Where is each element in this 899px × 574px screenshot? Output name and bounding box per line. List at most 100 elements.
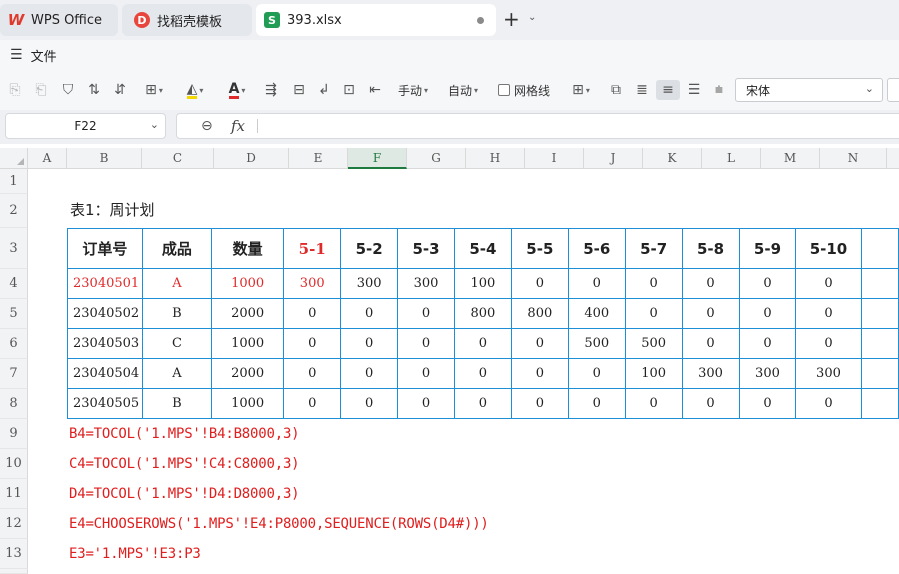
table-cell[interactable]: 1000 [211,328,285,359]
row-header-6[interactable]: 6 [0,329,28,359]
row-header-7[interactable]: 7 [0,359,28,389]
table-cell[interactable]: 0 [340,358,399,389]
table-cell[interactable]: 0 [340,298,399,329]
table-cell[interactable]: 0 [397,388,455,419]
sort-ascending-icon[interactable]: ⇅ [84,80,104,100]
merge-cells-icon[interactable]: ⊡ [340,80,358,100]
table-cell[interactable]: 0 [795,328,862,359]
table-cell[interactable] [860,358,899,389]
table-cell[interactable]: 23040505 [67,388,143,419]
wrap-text-icon[interactable]: ↲ [315,80,333,100]
table-cell[interactable]: B [141,388,213,419]
unsaved-dot-icon[interactable] [477,17,484,24]
table-cell[interactable]: 0 [738,298,797,329]
table-cell[interactable]: 0 [510,328,569,359]
table-cell[interactable]: 0 [681,388,740,419]
header-cell[interactable]: 成品 [141,228,213,269]
new-tab-plus-icon[interactable]: + [503,9,520,29]
table-cell[interactable]: 0 [795,298,862,329]
table-cell[interactable]: 0 [738,268,797,299]
table-cell[interactable]: 2000 [211,358,285,389]
table-cell[interactable]: 0 [510,268,569,299]
table-cell[interactable]: 0 [453,328,512,359]
table-cell[interactable]: 300 [681,358,740,389]
chevron-down-icon[interactable]: ⌄ [528,12,536,23]
menu-file[interactable]: 文件 [31,46,57,65]
row-header-2[interactable]: 2 [0,194,28,228]
table-cell[interactable] [860,268,899,299]
table-cell[interactable]: 500 [624,328,683,359]
column-header-e[interactable]: E [289,148,348,169]
table-cell[interactable]: 300 [397,268,455,299]
table-cell[interactable]: 0 [283,388,342,419]
table-cell[interactable]: 1000 [211,268,285,299]
row-header-13[interactable]: 13 [0,539,28,569]
row-header-1[interactable]: 1 [0,169,28,194]
align-center-icon[interactable]: ≡ [656,80,680,100]
table-cell[interactable] [860,388,899,419]
table-cell[interactable]: 0 [624,298,683,329]
table-cell[interactable]: 0 [340,328,399,359]
table-cell[interactable]: 0 [453,358,512,389]
column-header-k[interactable]: K [643,148,702,169]
header-cell[interactable]: 数量 [211,228,285,269]
table-cell[interactable]: A [141,268,213,299]
table-cell[interactable]: 1000 [211,388,285,419]
column-header-l[interactable]: L [702,148,761,169]
header-cell[interactable]: 5-4 [453,228,512,269]
column-header-m[interactable]: M [761,148,820,169]
table-cell[interactable]: 0 [283,298,342,329]
table-cell[interactable]: 2000 [211,298,285,329]
column-header-c[interactable]: C [142,148,214,169]
table-cell[interactable]: 0 [567,268,626,299]
table-cell[interactable]: 100 [453,268,512,299]
tab-template[interactable]: D 找稻壳模板 [122,4,252,36]
table-cell[interactable]: 0 [738,328,797,359]
formula-note[interactable]: E3='1.MPS'!E3:P3 [69,546,201,562]
cell-style-icon[interactable]: ⊞ ▾ [566,80,596,100]
sheet-title[interactable]: 表1：周计划 [70,199,155,220]
column-header-h[interactable]: H [466,148,525,169]
header-cell[interactable]: 5-8 [681,228,740,269]
table-cell[interactable]: 100 [624,358,683,389]
column-header-n[interactable]: N [820,148,887,169]
column-header-d[interactable]: D [214,148,289,169]
paste-values-icon[interactable]: ⎘ [6,80,24,100]
table-cell[interactable]: 300 [795,358,862,389]
header-cell[interactable]: 5-6 [567,228,626,269]
select-object-icon[interactable]: ⧉ [606,80,626,100]
table-cell[interactable] [860,328,899,359]
row-header-8[interactable]: 8 [0,389,28,419]
insert-icon[interactable]: ⇤ [366,80,384,100]
tab-file-active[interactable]: S 393.xlsx [256,4,496,36]
fx-icon[interactable]: fx [231,117,245,135]
formula-note[interactable]: E4=CHOOSEROWS('1.MPS'!E4:P8000,SEQUENCE(… [69,516,489,532]
column-header-g[interactable]: G [407,148,466,169]
table-cell[interactable]: 0 [340,388,399,419]
table-cell[interactable]: 0 [624,388,683,419]
align-right-icon[interactable]: ☰ [684,80,704,100]
filter-icon[interactable]: ⛉ [59,80,77,100]
table-cell[interactable]: 0 [681,298,740,329]
row-header-12[interactable]: 12 [0,509,28,539]
header-cell[interactable] [860,228,899,269]
font-family-select[interactable]: 宋体 ⌄ [735,78,883,102]
name-box[interactable]: F22 ⌄ [5,113,166,139]
table-cell[interactable]: 23040502 [67,298,143,329]
header-cell[interactable]: 5-2 [340,228,399,269]
borders-icon[interactable]: ⊞ ▾ [140,80,168,100]
row-header-14[interactable] [0,569,28,574]
table-cell[interactable]: 23040501 [67,268,143,299]
sort-descending-icon[interactable]: ⇵ [110,80,130,100]
sheet-grid[interactable]: 表1：周计划 订单号 成品 数量 5-1 5-2 5-3 5-4 5-5 5-6… [28,169,899,574]
formula-note[interactable]: B4=TOCOL('1.MPS'!B4:B8000,3) [69,426,300,442]
row-header-4[interactable]: 4 [0,269,28,299]
row-height-auto[interactable]: 自动 ▾ [443,80,483,100]
row-header-9[interactable]: 9 [0,419,28,449]
column-header-o[interactable] [887,148,899,169]
column-header-a[interactable]: A [28,148,67,169]
row-header-10[interactable]: 10 [0,449,28,479]
header-cell[interactable]: 5-3 [397,228,455,269]
column-header-i[interactable]: I [525,148,584,169]
select-all-corner[interactable] [0,148,28,169]
